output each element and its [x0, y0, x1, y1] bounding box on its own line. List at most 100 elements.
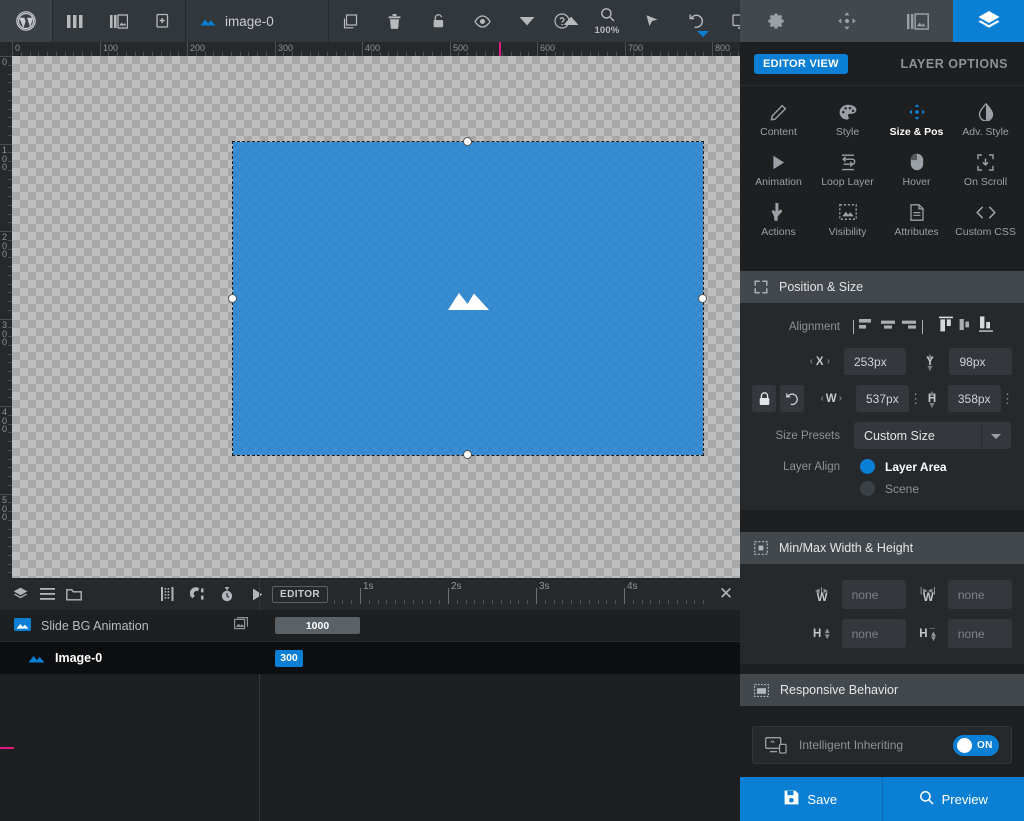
section-header-minmax[interactable]: Min/Max Width & Height: [740, 532, 1024, 564]
timeline-time-label: 2s: [451, 581, 462, 592]
unlock-icon[interactable]: [417, 0, 461, 42]
max-height-input[interactable]: none: [947, 619, 1012, 648]
timeline-tick-minor: [378, 600, 379, 604]
copy-icon[interactable]: [329, 0, 373, 42]
image-stack-icon[interactable]: [234, 616, 249, 635]
timeline-row[interactable]: Slide BG Animation 1000: [0, 610, 740, 642]
ruler-position-marker: [499, 42, 501, 56]
panel-tab-settings[interactable]: [740, 0, 811, 42]
layers-diamond-icon[interactable]: [8, 580, 32, 608]
w-input[interactable]: 537px: [856, 385, 910, 412]
option-tab-hover[interactable]: Hover: [882, 147, 951, 193]
panel-tab-slides[interactable]: [882, 0, 953, 42]
timeline-tick-minor: [501, 600, 502, 604]
resize-handle-top[interactable]: [463, 137, 472, 146]
slides-icon[interactable]: [97, 0, 141, 42]
section-header-position-size[interactable]: Position & Size: [740, 271, 1024, 303]
ruler-label: 600: [540, 43, 556, 53]
max-width-input[interactable]: none: [947, 580, 1012, 609]
h-input[interactable]: 358px: [947, 385, 1001, 412]
option-tab-custom-css[interactable]: Custom CSS: [951, 197, 1020, 243]
save-button[interactable]: Save: [740, 777, 882, 821]
grid-dots-icon[interactable]: [155, 580, 179, 608]
timeline-ruler[interactable]: 1s 2s 3s 4s: [330, 578, 710, 610]
slide-canvas[interactable]: [12, 56, 740, 578]
section-header-responsive[interactable]: Responsive Behavior: [740, 674, 1024, 706]
radio-layer-area[interactable]: [860, 459, 875, 474]
lock-aspect-ratio-button[interactable]: [752, 385, 777, 412]
size-presets-select[interactable]: Custom Size: [854, 422, 1011, 449]
option-tab-animation[interactable]: Animation: [744, 147, 813, 193]
wordpress-logo-icon[interactable]: [0, 0, 52, 42]
vertical-ruler[interactable]: 0 100 200 300 400 500: [0, 56, 12, 578]
close-icon[interactable]: ✕: [716, 584, 736, 604]
pointer-tool-icon[interactable]: [630, 0, 674, 42]
option-tab-content[interactable]: Content: [744, 97, 813, 143]
expand-arrows-icon: [754, 280, 768, 294]
panel-tab-navigation[interactable]: [811, 0, 882, 42]
resize-handle-left[interactable]: [228, 293, 237, 303]
hand-click-icon: [771, 203, 786, 221]
timeline-tick-minor: [545, 600, 546, 604]
option-tab-adv-style[interactable]: Adv. Style: [951, 97, 1020, 143]
editor-view-chip[interactable]: EDITOR VIEW: [754, 53, 848, 74]
help-circle-icon[interactable]: [540, 0, 584, 42]
stopwatch-icon[interactable]: [215, 580, 239, 608]
magnet-icon[interactable]: [185, 580, 209, 608]
horizontal-ruler[interactable]: 0 100 200 300 400 500 600 700 800: [12, 42, 740, 56]
align-left-icon[interactable]: [857, 315, 877, 338]
timeline-tick-minor: [615, 600, 616, 604]
timeline-row[interactable]: Image-0 300: [0, 642, 740, 674]
preview-dropdown-caret-icon[interactable]: [697, 31, 709, 37]
option-tab-attributes[interactable]: Attributes: [882, 197, 951, 243]
timeline-tick-minor: [422, 600, 423, 604]
x-input[interactable]: 253px: [843, 348, 907, 375]
resize-handle-bottom[interactable]: [463, 450, 472, 459]
timeline-bar[interactable]: 300: [275, 649, 303, 667]
option-tab-visibility[interactable]: Visibility: [813, 197, 882, 243]
resize-handle-right[interactable]: [698, 293, 707, 303]
align-center-icon[interactable]: [878, 315, 898, 338]
trash-icon[interactable]: [373, 0, 417, 42]
list-icon[interactable]: [35, 580, 59, 608]
undo-icon[interactable]: [674, 0, 718, 42]
option-tab-on-scroll[interactable]: On Scroll: [951, 147, 1020, 193]
mountain-image-icon: [447, 281, 489, 316]
layer-option-tabs: Content Style Size & Pos Adv. Style Anim…: [740, 87, 1024, 251]
align-top-icon[interactable]: [938, 316, 955, 338]
y-input[interactable]: 98px: [949, 348, 1012, 375]
option-tab-loop-layer[interactable]: Loop Layer: [813, 147, 882, 193]
option-tab-actions[interactable]: Actions: [744, 197, 813, 243]
h-options-menu-icon[interactable]: ⋮: [1001, 392, 1014, 405]
add-slide-icon[interactable]: [141, 0, 185, 42]
folder-icon[interactable]: [62, 580, 86, 608]
intelligent-inheriting-toggle[interactable]: ON: [953, 734, 999, 756]
align-middle-icon[interactable]: [959, 316, 974, 338]
eye-icon[interactable]: [461, 0, 505, 42]
preview-button[interactable]: Preview: [881, 777, 1024, 821]
selected-layer-box[interactable]: [232, 141, 704, 456]
timeline-tick-minor: [677, 600, 678, 604]
radio-scene[interactable]: [860, 481, 875, 496]
reset-size-button[interactable]: [780, 385, 805, 412]
w-options-menu-icon[interactable]: ⋮: [909, 392, 922, 405]
timeline-tick-minor: [703, 600, 704, 604]
option-tab-size-pos[interactable]: Size & Pos: [882, 97, 951, 143]
timeline-editor-chip[interactable]: EDITOR: [272, 586, 328, 603]
zoom-control[interactable]: 100%: [584, 0, 630, 42]
size-presets-value: Custom Size: [864, 428, 935, 443]
section-body-minmax: ◂|▸ W none |▸◂| W none H ▲ ▼ none H ─ ▲ ▼: [740, 564, 1024, 664]
play-icon[interactable]: [245, 580, 269, 608]
min-height-input[interactable]: none: [841, 619, 906, 648]
timeline-bar[interactable]: 1000: [275, 617, 360, 634]
align-bottom-icon[interactable]: [978, 315, 995, 338]
option-tab-style[interactable]: Style: [813, 97, 882, 143]
min-width-input[interactable]: none: [841, 580, 906, 609]
timeline-tick-minor: [342, 600, 343, 604]
x-label: X: [815, 355, 824, 368]
selected-layer-chip[interactable]: image-0: [186, 0, 290, 42]
panel-tab-layers[interactable]: [953, 0, 1024, 42]
align-right-icon[interactable]: [899, 315, 919, 338]
select-divider: [981, 425, 982, 446]
modules-icon[interactable]: [53, 0, 97, 42]
